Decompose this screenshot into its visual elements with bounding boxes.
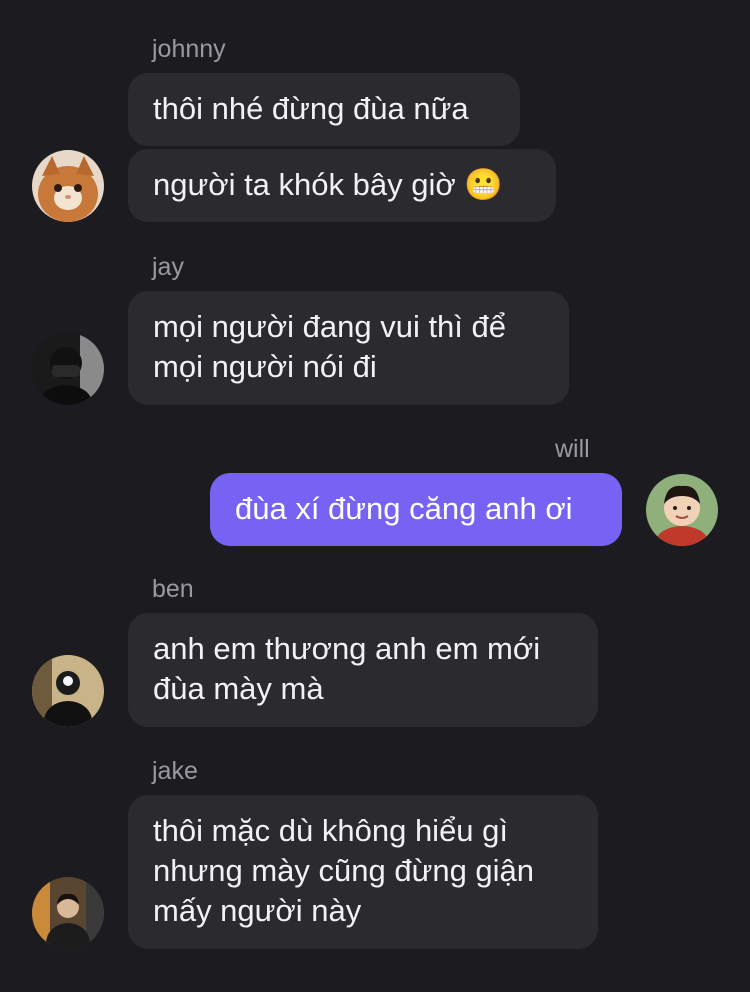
message-bubble[interactable]: thôi mặc dù không hiểu gì nhưng mày cũng… <box>128 795 598 949</box>
message-text: thôi nhé đừng đùa nữa <box>153 91 469 126</box>
message-text: anh em thương anh em mới <box>153 631 541 666</box>
message-text: mọi người nói đi <box>153 349 377 384</box>
sender-name: jay <box>152 253 184 281</box>
sender-name: will <box>555 435 590 463</box>
sender-name: jake <box>152 757 198 785</box>
person-selfie-avatar-icon[interactable] <box>32 655 104 727</box>
message-bubble-outgoing[interactable]: đùa xí đừng căng anh ơi <box>210 473 622 546</box>
message-text: thôi mặc dù không hiểu gì <box>153 813 509 848</box>
cat-avatar-icon[interactable] <box>32 150 104 222</box>
sender-name: ben <box>152 575 194 603</box>
message-bubble[interactable]: thôi nhé đừng đùa nữa <box>128 73 520 146</box>
message-text: người ta khók bây giờ 😬 <box>153 167 503 202</box>
message-text: đùa mày mà <box>153 671 324 706</box>
message-bubble[interactable]: mọi người đang vui thì để mọi người nói … <box>128 291 569 405</box>
message-bubble[interactable]: anh em thương anh em mới đùa mày mà <box>128 613 598 727</box>
masked-person-avatar-icon[interactable] <box>32 333 104 405</box>
message-text: đùa xí đừng căng anh ơi <box>235 491 573 526</box>
message-text: nhưng mày cũng đừng giận <box>153 853 535 888</box>
message-bubble[interactable]: người ta khók bây giờ 😬 <box>128 149 556 222</box>
message-text: mọi người đang vui thì để <box>153 309 507 344</box>
message-text: mấy người này <box>153 893 362 928</box>
person-photo-avatar-icon[interactable] <box>32 877 104 949</box>
sender-name: johnny <box>152 35 226 63</box>
child-avatar-icon[interactable] <box>646 474 718 546</box>
